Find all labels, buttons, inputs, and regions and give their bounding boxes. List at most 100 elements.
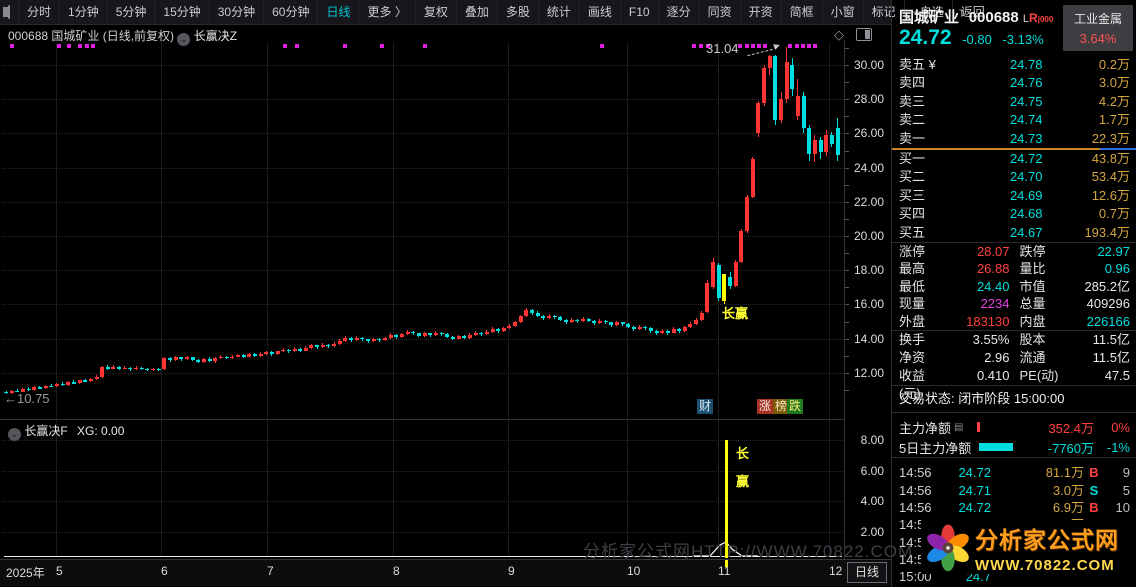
candle (586, 318, 591, 321)
candle (168, 358, 173, 360)
flow-pct: -1% (1106, 439, 1130, 455)
y-axis-tick (845, 372, 849, 374)
ob-label: 买一 (899, 150, 926, 166)
candle (54, 383, 59, 387)
stat-value: 26.88 (976, 261, 1010, 277)
flow-value: 352.4万 (1048, 420, 1094, 436)
candle (264, 352, 269, 354)
y-axis-tick (845, 236, 849, 237)
signal-dot-icon (745, 44, 749, 48)
period-selector[interactable]: 日线 (847, 562, 887, 583)
y-axis-label: 20.00 (853, 229, 884, 243)
ob-volume: 53.4万 (1091, 169, 1130, 185)
candle (218, 356, 223, 359)
x-axis-month-label: 10 (627, 564, 641, 578)
candle (513, 322, 518, 326)
sub-grid-hline (2, 532, 843, 534)
candle (326, 344, 331, 347)
candle (524, 309, 529, 317)
stat-value: 285.2亿 (1084, 278, 1130, 294)
candle (394, 335, 399, 337)
candle (801, 95, 806, 129)
stock-name: 国城矿业 (899, 9, 960, 26)
candle (530, 309, 535, 313)
tick-count: 5 (1122, 482, 1130, 498)
candle (332, 343, 337, 347)
signal-dot-icon (67, 44, 71, 48)
tick-count: 10 (1115, 500, 1130, 515)
candle (411, 331, 416, 334)
stat-label: 现量 (899, 296, 926, 312)
candle (354, 337, 359, 341)
candle (484, 331, 489, 335)
candle (315, 345, 320, 348)
stat-row: 最低 24.40 市值 285.2亿 (892, 278, 1136, 296)
flow-pct: 0% (1111, 419, 1130, 435)
candle (292, 348, 297, 352)
tick-row: 14:56 24.72 81.1万 B 9 (892, 464, 1136, 481)
candle (151, 368, 156, 371)
list-icon[interactable]: ▤ (954, 422, 963, 433)
bid-row[interactable]: 买三 24.69 12.6万 (892, 187, 1136, 205)
candle (32, 387, 37, 390)
signal-dot-icon (380, 44, 384, 48)
bid-row[interactable]: 买一 24.72 43.8万 (892, 150, 1136, 168)
ribbon-tag-涨[interactable]: 涨 (757, 399, 774, 414)
ask-row[interactable]: 卖二 24.74 1.7万 (892, 111, 1136, 129)
bid-row[interactable]: 买二 24.70 53.4万 (892, 168, 1136, 186)
candle (275, 351, 280, 354)
candle (829, 135, 834, 144)
candle (71, 382, 76, 384)
candle (564, 319, 569, 323)
candle (252, 353, 257, 356)
candle (660, 330, 665, 334)
ob-label: 卖四 (899, 75, 926, 91)
tick-side: B (1089, 465, 1099, 481)
stat-value: 28.07 (976, 243, 1010, 259)
sub-chart-header: ⌄ 长赢决F XG: 0.00 (8, 422, 124, 441)
candle (439, 332, 444, 335)
y-axis-label: 24.00 (853, 160, 884, 175)
bid-row[interactable]: 买四 24.68 0.7万 (892, 205, 1136, 223)
y-axis-label: 30.00 (853, 58, 884, 72)
signal-dot-icon (788, 44, 792, 48)
ask-row[interactable]: 卖四 24.76 3.0万 (892, 74, 1136, 92)
y-axis-label: 18.00 (853, 263, 884, 278)
ask-row[interactable]: 卖三 24.75 4.2万 (892, 93, 1136, 111)
candle (145, 368, 150, 371)
ribbon-tag-跌[interactable]: 跌 (787, 399, 804, 414)
candle (360, 337, 365, 340)
chevron-down-circle-icon[interactable]: ⌄ (8, 428, 21, 441)
money-flow-row: 5日主力净额 -7760万 -1% (892, 437, 1136, 457)
ask-row[interactable]: 卖一 24.73 22.3万 (892, 130, 1136, 148)
candle (281, 349, 286, 352)
ribbon-tag-财[interactable]: 财 (697, 399, 714, 414)
sub-grid-hline (2, 470, 843, 472)
y-axis-label: 26.00 (853, 126, 884, 141)
candle (60, 383, 65, 386)
candle (224, 356, 229, 359)
sub-indicator-name[interactable]: 长赢决F (24, 424, 67, 438)
ask-row[interactable]: 卖五 ¥ 24.78 0.2万 (892, 56, 1136, 74)
y-axis-tick (845, 218, 849, 220)
signal-dot-icon (423, 44, 427, 48)
ob-price: 24.69 (1009, 187, 1043, 203)
ob-price: 24.75 (1009, 93, 1043, 109)
sub-grid-hline (2, 439, 843, 441)
candle (349, 337, 354, 341)
candle (309, 345, 314, 348)
signal-label-sub-char2: 赢 (736, 474, 750, 489)
money-flow-block: 主力净额 ▤ 352.4万 0% 5日主力净额 -7760万 -1% (892, 417, 1136, 457)
stock-name-line: 国城矿业T 000688 LR|000 (899, 6, 1053, 27)
low-price-label: ←10.75 (4, 391, 50, 406)
ob-price: 24.76 (1009, 75, 1043, 91)
stat-value: 11.5亿 (1092, 332, 1130, 348)
candle (654, 330, 659, 334)
bid-row[interactable]: 买五 24.67 193.4万 (892, 224, 1136, 242)
stat-label: 净资 (899, 350, 926, 366)
candle (190, 357, 195, 360)
signal-dot-icon (801, 44, 805, 48)
ob-price: 24.73 (1009, 130, 1043, 146)
x-axis-month-label: 5 (56, 564, 63, 578)
industry-box[interactable]: 工业金属 3.64% (1063, 5, 1133, 51)
